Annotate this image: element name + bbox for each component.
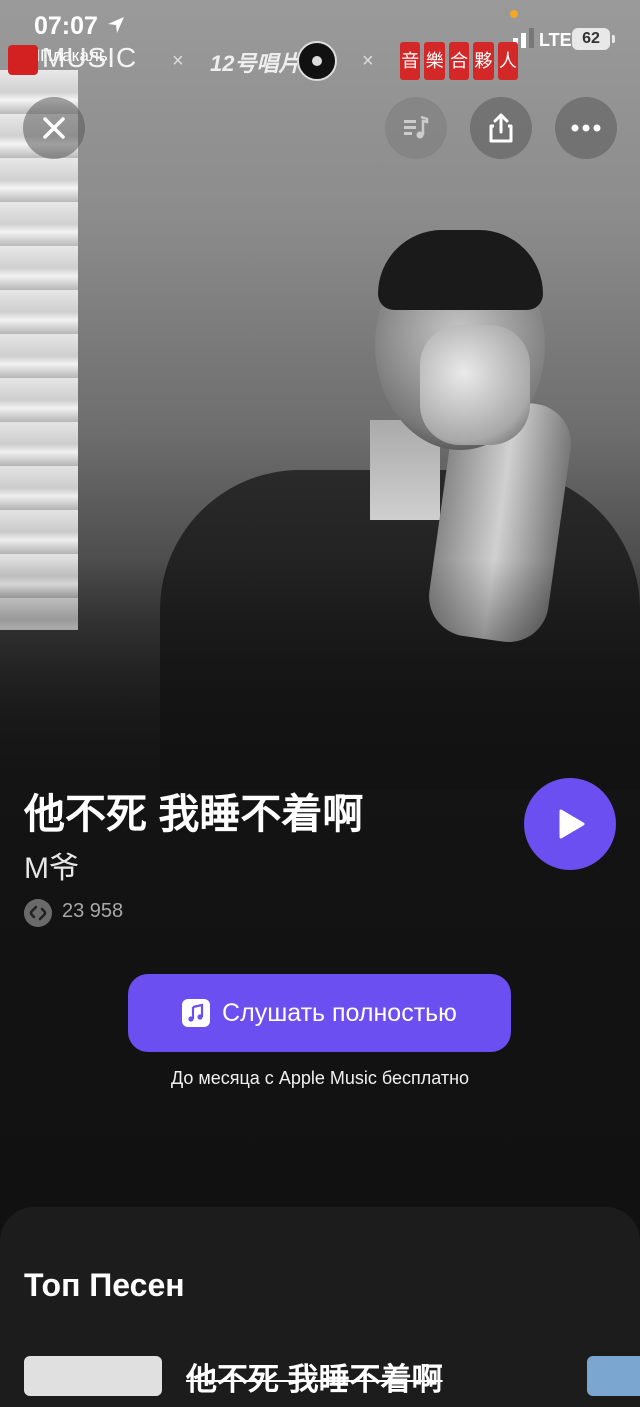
close-icon [43, 117, 65, 139]
more-icon [571, 124, 601, 132]
logo-separator: × [362, 50, 374, 72]
queue-button[interactable] [385, 97, 447, 159]
song-thumbnail[interactable] [587, 1356, 640, 1396]
song-thumbnail[interactable] [24, 1356, 162, 1396]
music-queue-icon [404, 115, 429, 139]
music-note-icon [188, 1003, 204, 1022]
track-title: 他不死 我睡不着啊 [24, 791, 364, 837]
hero-fade [0, 560, 640, 1195]
apple-music-note: До месяца с Apple Music бесплатно [170, 1068, 470, 1088]
share-icon [489, 113, 513, 143]
close-button[interactable] [23, 97, 85, 159]
artwork-fist [420, 325, 530, 445]
shazam-icon [24, 899, 52, 927]
listen-full-button[interactable]: Слушать полностью [128, 974, 511, 1052]
location-arrow-icon [108, 17, 124, 33]
play-button[interactable] [524, 778, 616, 870]
logo-separator: × [172, 50, 184, 72]
vinyl-icon [297, 41, 337, 81]
privacy-indicator-dot [510, 10, 518, 18]
artwork-hair [378, 230, 543, 310]
logo-music-partner: 音 樂 合 夥 人 [400, 42, 519, 80]
play-icon [559, 809, 585, 839]
top-songs-heading: Топ Песен [24, 1267, 185, 1303]
logo-music-mark [8, 44, 38, 75]
partner-logos: MUSIC × 12号唱片 × 音 樂 合 夥 人 [0, 38, 640, 88]
share-button[interactable] [470, 97, 532, 159]
song-title[interactable]: 他不死 我睡不着啊 [186, 1354, 443, 1399]
apple-music-icon [182, 999, 211, 1027]
track-artist[interactable]: M爷 [24, 843, 79, 887]
listen-full-label: Слушать полностью [222, 998, 457, 1027]
logo-12-records: 12号唱片 [210, 40, 338, 82]
logo-music: MUSIC [8, 42, 137, 75]
status-time: 07:07 [34, 12, 98, 40]
shazam-count: 23 958 [62, 900, 124, 922]
more-button[interactable] [555, 97, 617, 159]
